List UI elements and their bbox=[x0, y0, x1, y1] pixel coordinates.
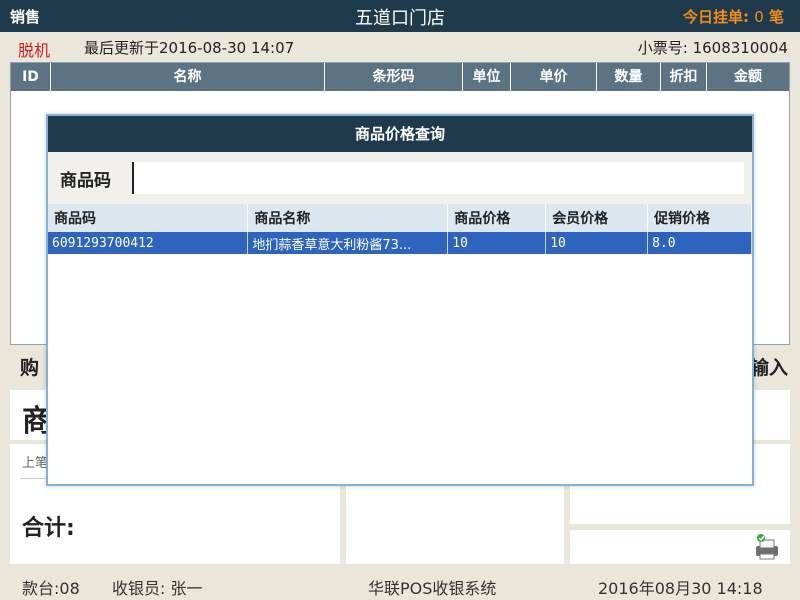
search-label: 商品码 bbox=[60, 171, 111, 191]
dialog-title: 商品价格查询 bbox=[48, 116, 752, 152]
col-product-name: 商品名称 bbox=[247, 204, 449, 232]
results-header: 商品码 商品名称 商品价格 会员价格 促销价格 bbox=[48, 204, 752, 232]
store-name: 五道口门店 bbox=[355, 8, 445, 29]
total-label: 合计: bbox=[22, 516, 75, 541]
row-promo-price: 8.0 bbox=[647, 232, 752, 254]
terminal-id: 款台:08 bbox=[22, 579, 80, 598]
hold-count: 0 bbox=[754, 8, 764, 26]
previous-sale-label: 上笔 bbox=[22, 456, 49, 471]
grid-header: ID 名称 条形码 单位 单价 数量 折扣 金额 bbox=[11, 63, 789, 91]
row-code: 6091293700412 bbox=[48, 232, 249, 254]
printer-icon[interactable] bbox=[752, 532, 782, 562]
hold-label: 今日挂单: bbox=[682, 8, 749, 26]
row-price: 10 bbox=[447, 232, 547, 254]
col-id: ID bbox=[11, 63, 51, 91]
status-line: 脱机 最后更新于2016-08-30 14:07 小票号: 1608310004 bbox=[0, 32, 800, 62]
row-member-price: 10 bbox=[545, 232, 649, 254]
price-query-dialog[interactable]: 商品价格查询 商品码 商品码 商品名称 商品价格 会员价格 促销价格 60912… bbox=[46, 114, 754, 486]
col-promo-price: 促销价格 bbox=[647, 204, 752, 232]
cashier-name: 收银员: 张一 bbox=[112, 579, 203, 598]
footer-bar: 款台:08 收银员: 张一 华联POS收银系统 2016年08月30 14:18 bbox=[0, 568, 800, 600]
col-quantity: 数量 bbox=[597, 63, 661, 91]
input-label: 输入 bbox=[749, 357, 788, 379]
today-hold-orders[interactable]: 今日挂单: 0 笔 bbox=[683, 6, 784, 27]
col-member-price: 会员价格 bbox=[545, 204, 649, 232]
receipt-label: 小票号: bbox=[637, 39, 688, 57]
table-row[interactable]: 6091293700412 地扪蒜香草意大利粉酱73... 10 10 8.0 bbox=[48, 232, 752, 254]
clock: 2016年08月30 14:18 bbox=[598, 579, 763, 598]
title-bar: 销售 五道口门店 今日挂单: 0 笔 bbox=[0, 0, 800, 32]
col-name: 名称 bbox=[51, 63, 325, 91]
col-unit: 单位 bbox=[463, 63, 511, 91]
col-barcode: 条形码 bbox=[325, 63, 463, 91]
offline-status: 脱机 bbox=[18, 41, 51, 60]
col-amount: 金额 bbox=[734, 69, 762, 85]
printer-panel[interactable] bbox=[570, 530, 790, 564]
results-table[interactable]: 商品码 商品名称 商品价格 会员价格 促销价格 6091293700412 地扪… bbox=[48, 204, 752, 254]
row-name: 地扪蒜香草意大利粉酱73... bbox=[247, 232, 449, 254]
last-update-text: 最后更新于2016-08-30 14:07 bbox=[84, 39, 295, 57]
col-product-price: 商品价格 bbox=[447, 204, 547, 232]
product-code-input[interactable] bbox=[132, 162, 744, 194]
hold-unit: 笔 bbox=[768, 8, 784, 26]
col-discount: 折扣 bbox=[661, 63, 707, 91]
search-row: 商品码 bbox=[48, 152, 752, 204]
receipt-number: 小票号: 1608310004 bbox=[638, 37, 788, 58]
receipt-value: 1608310004 bbox=[692, 39, 788, 57]
col-unit-price: 单价 bbox=[511, 63, 597, 91]
cart-label: 购 bbox=[20, 357, 40, 379]
col-product-code: 商品码 bbox=[48, 204, 249, 232]
system-name: 华联POS收银系统 bbox=[368, 579, 497, 598]
